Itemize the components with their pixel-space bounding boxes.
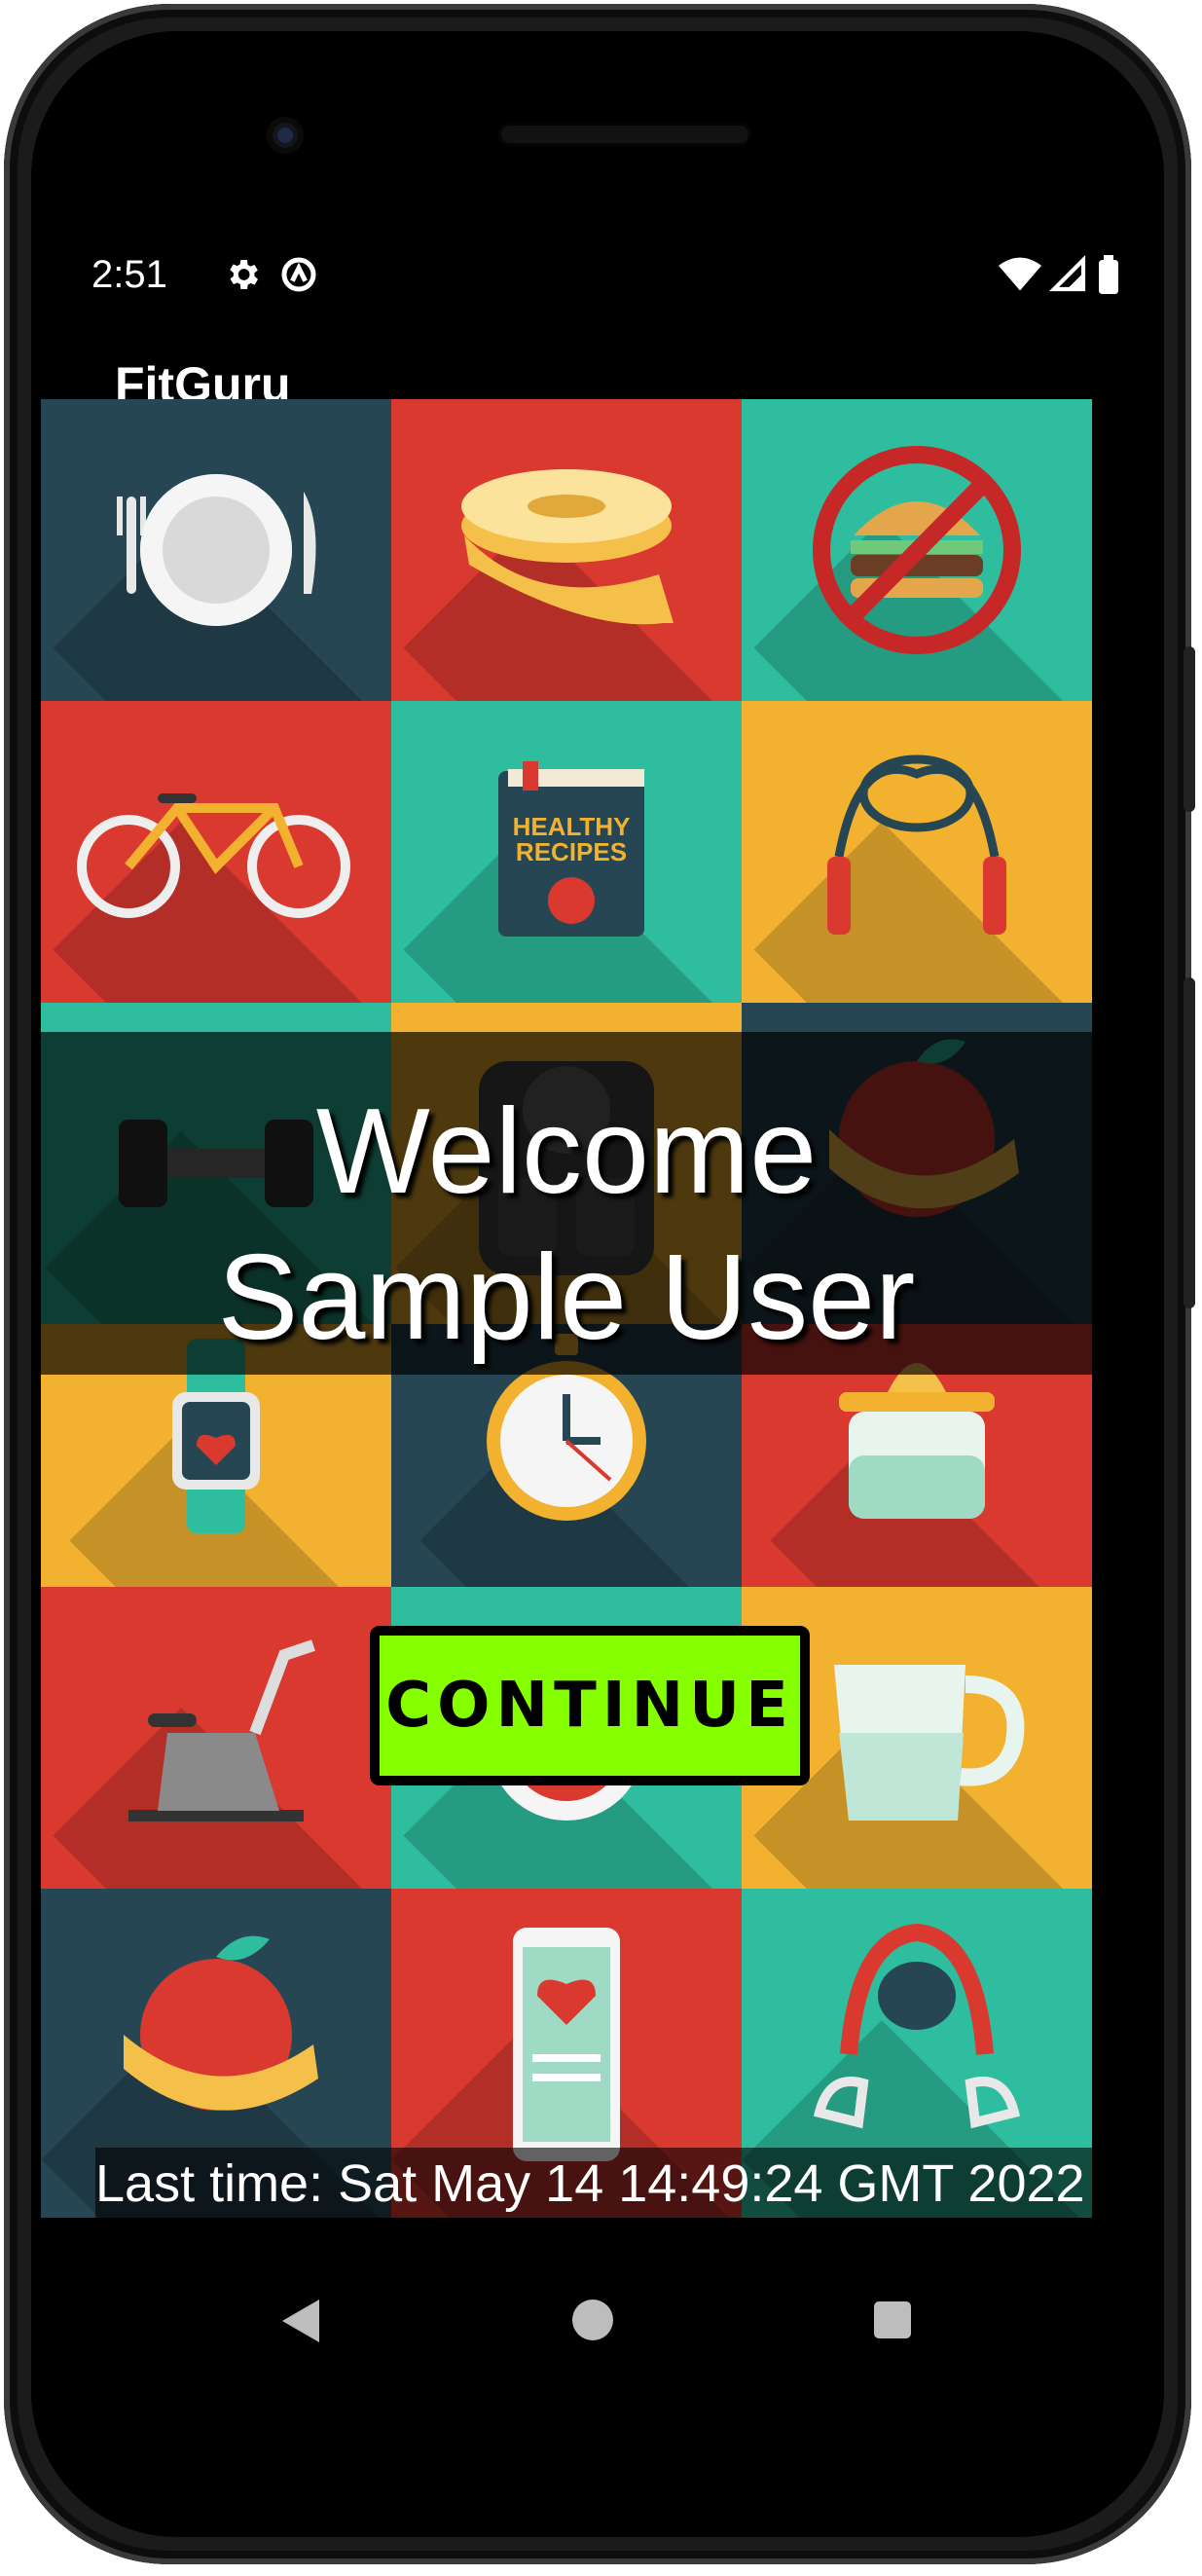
back-icon[interactable] [282,2300,319,2342]
battery-icon [1099,255,1118,294]
tile-book: HEALTHY RECIPES [391,701,742,1003]
tile-exercise-bike [41,1587,391,1889]
exercise-bike-icon [128,1639,315,1822]
status-bar: 2:51 [91,245,1123,300]
healthy-recipes-book-icon: HEALTHY RECIPES [498,761,644,937]
last-time-label: Last time: Sat May 14 14:49:24 GMT 2022 [95,2148,1092,2220]
front-camera [267,117,304,154]
welcome-user-name: Sample User [217,1231,916,1365]
recents-icon[interactable] [874,2301,911,2338]
volume-button [1184,977,1195,1308]
wifi-icon [999,257,1041,291]
settings-gear-icon [230,260,258,289]
power-button [1184,646,1195,812]
jump-rope-icon [827,754,1006,935]
tile-no-burger [742,399,1092,701]
no-burger-icon [813,446,1021,654]
measuring-tape-icon [461,469,674,625]
navigation-bar [27,2239,1160,2385]
earpiece-speaker [498,123,751,146]
tile-jump-rope [742,701,1092,1003]
cast-icon [281,257,316,292]
plate-fork-knife-icon [117,474,316,626]
status-time: 2:51 [91,253,167,296]
tile-bicycle [41,701,391,1003]
cell-signal-icon [1049,255,1086,292]
bicycle-icon [77,793,350,918]
welcome-text: Welcome Sample User [41,1079,1092,1371]
tile-tape [391,399,742,701]
svg-text:RECIPES: RECIPES [516,837,627,866]
continue-button[interactable]: CONTINUE [370,1626,810,1785]
welcome-line-1: Welcome [315,1085,818,1219]
tile-plate [41,399,391,701]
home-icon[interactable] [572,2300,613,2340]
